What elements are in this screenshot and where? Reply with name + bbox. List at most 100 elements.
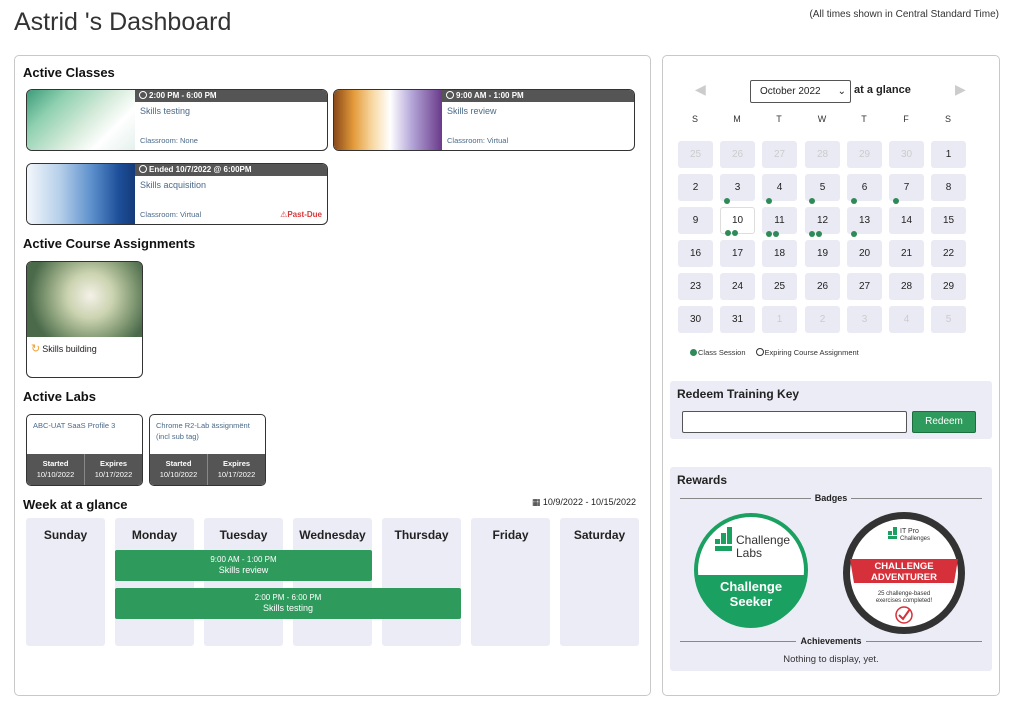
calendar-day[interactable]: 27	[762, 141, 797, 168]
calendar-day[interactable]: 19	[805, 240, 840, 267]
calendar-day[interactable]: 31	[720, 306, 755, 333]
clock-icon	[139, 91, 147, 99]
class-card[interactable]: 2:00 PM - 6:00 PM Skills testing Classro…	[26, 89, 328, 151]
calendar-day[interactable]: 25	[678, 141, 713, 168]
calendar-day[interactable]: 24	[720, 273, 755, 300]
day-column: Wednesday	[293, 518, 372, 646]
lab-card[interactable]: Chrome R2-Lab ässignmënt (incl sub tag) …	[149, 414, 266, 486]
day-column: Tuesday	[204, 518, 283, 646]
assignment-card[interactable]: ↻ Skills building	[26, 261, 143, 378]
calendar-day[interactable]: 25	[762, 273, 797, 300]
redeem-heading: Redeem Training Key	[677, 387, 800, 401]
calendar-day-number: 27	[773, 149, 786, 160]
session-dot-icon	[809, 198, 815, 204]
class-name[interactable]: Skills testing	[140, 106, 190, 116]
prev-month-button[interactable]: ◀	[695, 81, 706, 98]
week-event[interactable]: 9:00 AM - 1:00 PM Skills review	[115, 550, 372, 581]
class-name[interactable]: Skills review	[447, 106, 497, 116]
calendar-day[interactable]: 3	[720, 174, 755, 204]
svg-text:CHALLENGE: CHALLENGE	[874, 561, 933, 572]
calendar-icon: ▦	[531, 497, 543, 507]
calendar-day[interactable]: 21	[889, 240, 924, 267]
class-time: 2:00 PM - 6:00 PM	[135, 90, 327, 102]
achievements-label: Achievements	[670, 636, 992, 646]
redeem-button[interactable]: Redeem	[912, 411, 976, 433]
calendar-day[interactable]: 27	[847, 273, 882, 300]
lab-card[interactable]: ABC-UAT SaaS Profile 3 Started 10/10/2022…	[26, 414, 143, 486]
lab-name[interactable]: Chrome R2-Lab ässignmënt (incl sub tag)	[156, 420, 261, 442]
session-dot-icon	[851, 198, 857, 204]
calendar-day[interactable]: 14	[889, 207, 924, 234]
calendar-day[interactable]: 30	[678, 306, 713, 333]
challenge-adventurer-badge[interactable]: IT Pro Challenges CHALLENGE ADVENTURER 2…	[842, 511, 966, 635]
main-panel: Active Classes 2:00 PM - 6:00 PM Skills …	[14, 55, 651, 696]
challenge-seeker-badge[interactable]: Challenge Labs Challenge Seeker	[692, 511, 810, 629]
calendar-day[interactable]: 28	[889, 273, 924, 300]
class-name[interactable]: Skills acquisition	[140, 180, 206, 190]
session-dots	[893, 198, 900, 204]
calendar-day[interactable]: 2	[678, 174, 713, 201]
calendar-day[interactable]: 10	[720, 207, 755, 236]
calendar-day[interactable]: 29	[931, 273, 966, 300]
in-progress-icon: ↻	[31, 343, 41, 355]
calendar-day[interactable]: 9	[678, 207, 713, 234]
weekday-label: M	[733, 114, 741, 124]
calendar-day[interactable]: 15	[931, 207, 966, 234]
session-dots	[851, 231, 858, 237]
calendar-day[interactable]: 1	[931, 141, 966, 168]
calendar-day-number: 7	[903, 182, 910, 193]
lab-name[interactable]: ABC-UAT SaaS Profile 3	[33, 420, 138, 431]
calendar-day-number: 11	[774, 215, 785, 226]
week-event[interactable]: 2:00 PM - 6:00 PM Skills testing	[115, 588, 461, 619]
at-glance-label: at a glance	[854, 84, 911, 96]
training-key-input[interactable]	[682, 411, 907, 433]
calendar-day[interactable]: 2	[805, 306, 840, 333]
calendar-day-number: 1	[776, 314, 783, 325]
calendar-day[interactable]: 11	[762, 207, 797, 237]
weekday-label: W	[817, 114, 827, 124]
calendar-day[interactable]: 3	[847, 306, 882, 333]
calendar-day[interactable]: 16	[678, 240, 713, 267]
calendar-day[interactable]: 4	[762, 174, 797, 204]
calendar-day[interactable]: 28	[805, 141, 840, 168]
calendar-day[interactable]: 18	[762, 240, 797, 267]
calendar-day-number: 1	[945, 149, 952, 160]
calendar-day[interactable]: 7	[889, 174, 924, 204]
calendar-day[interactable]: 26	[720, 141, 755, 168]
session-dot-icon	[766, 198, 772, 204]
month-select[interactable]: October 2022 ⌄	[750, 80, 851, 103]
calendar-day[interactable]: 4	[889, 306, 924, 333]
calendar-day[interactable]: 1	[762, 306, 797, 333]
class-card[interactable]: Ended 10/7/2022 @ 6:00PM Skills acquisit…	[26, 163, 328, 225]
calendar-day[interactable]: 29	[847, 141, 882, 168]
class-time: 9:00 AM - 1:00 PM	[442, 90, 634, 102]
calendar-day[interactable]: 6	[847, 174, 882, 204]
calendar-day-number: 17	[731, 248, 744, 259]
calendar-day-number: 27	[858, 281, 871, 292]
class-room: Classroom: Virtual	[447, 136, 509, 145]
calendar-day[interactable]: 8	[931, 174, 966, 201]
session-dot-icon	[893, 198, 899, 204]
day-column: Sunday	[26, 518, 105, 646]
calendar-day[interactable]: 5	[805, 174, 840, 204]
calendar-day-number: 28	[816, 149, 829, 160]
calendar-day[interactable]: 5	[931, 306, 966, 333]
calendar-day[interactable]: 26	[805, 273, 840, 300]
calendar-day[interactable]: 12	[805, 207, 840, 237]
class-card[interactable]: 9:00 AM - 1:00 PM Skills review Classroo…	[333, 89, 635, 151]
weekday-label: S	[691, 114, 698, 124]
calendar-day-number: 5	[819, 182, 826, 193]
calendar-day[interactable]: 22	[931, 240, 966, 267]
calendar-day-number: 26	[816, 281, 829, 292]
class-thumbnail	[27, 90, 135, 150]
calendar-day[interactable]: 30	[889, 141, 924, 168]
day-column: Friday	[471, 518, 550, 646]
calendar-day[interactable]: 20	[847, 240, 882, 267]
calendar-day[interactable]: 23	[678, 273, 713, 300]
calendar-day[interactable]: 17	[720, 240, 755, 267]
calendar-day[interactable]: 13	[847, 207, 882, 237]
side-panel: ◀ October 2022 ⌄ at a glance ▶ S M T W T F S 25 2…	[662, 55, 1000, 696]
next-month-button[interactable]: ▶	[955, 81, 966, 98]
calendar-day-number: 26	[731, 149, 744, 160]
calendar-day-number: 21	[900, 248, 913, 259]
